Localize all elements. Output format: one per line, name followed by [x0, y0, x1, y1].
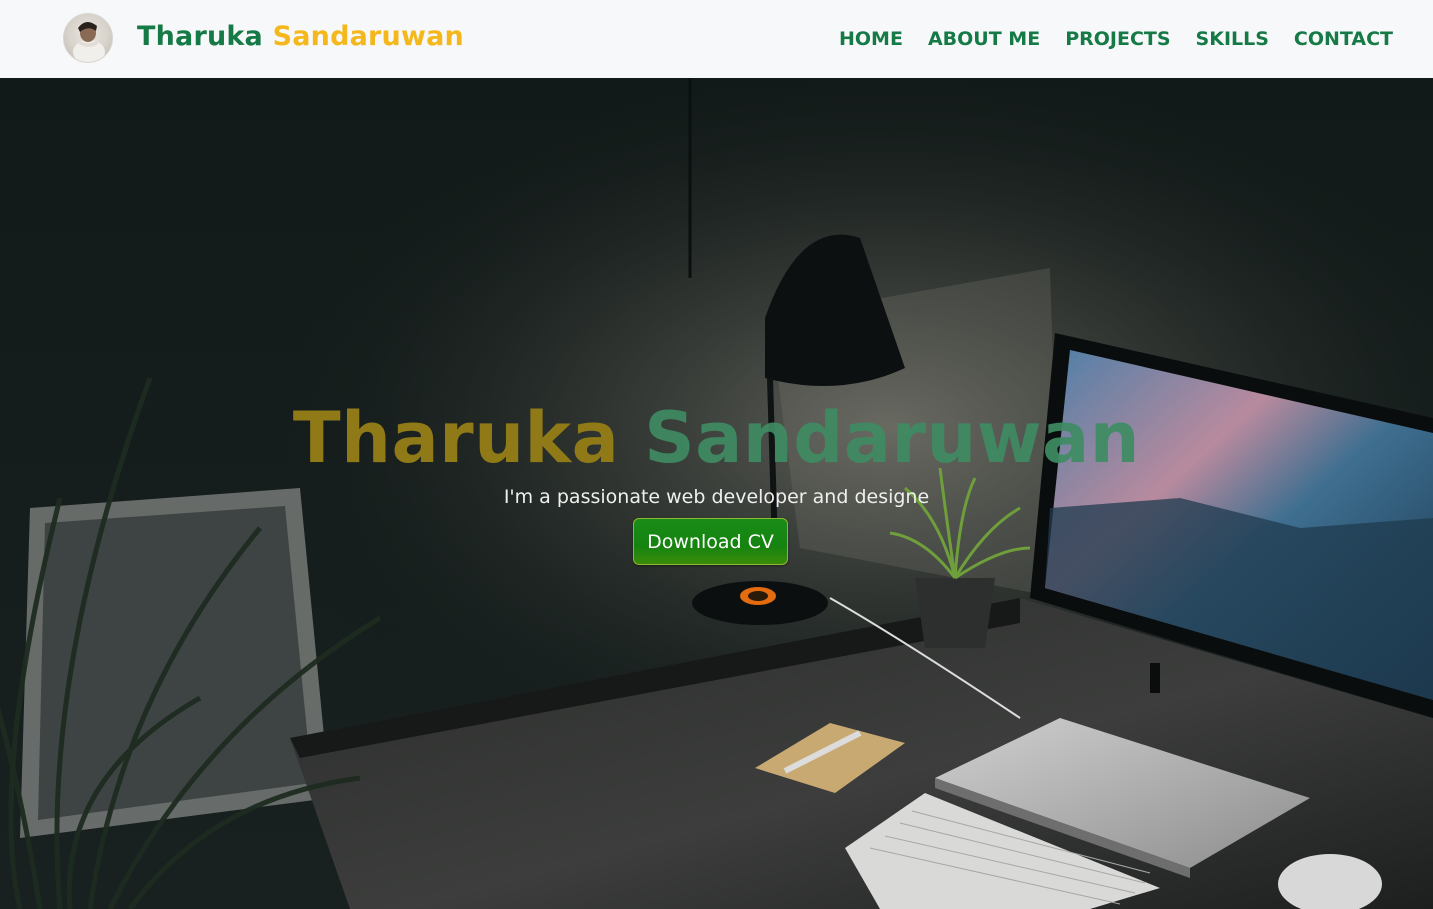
download-cv-button[interactable]: Download CV — [633, 518, 788, 565]
brand[interactable]: Tharuka Sandaruwan — [63, 10, 464, 66]
brand-name: Tharuka Sandaruwan — [137, 23, 464, 50]
navbar: Tharuka Sandaruwan HOME ABOUT ME PROJECT… — [0, 0, 1433, 78]
nav-contact[interactable]: CONTACT — [1294, 27, 1393, 51]
nav-about-me[interactable]: ABOUT ME — [928, 27, 1040, 51]
nav-links: HOME ABOUT ME PROJECTS SKILLS CONTACT — [839, 27, 1393, 51]
hero-subtitle: I'm a passionate web developer and desig… — [503, 486, 930, 508]
brand-first-name: Tharuka — [137, 20, 263, 52]
nav-home[interactable]: HOME — [839, 27, 903, 51]
hero-title: Tharuka Sandaruwan — [0, 403, 1433, 473]
hero-title-last: Sandaruwan — [644, 397, 1141, 479]
nav-projects[interactable]: PROJECTS — [1065, 27, 1170, 51]
brand-last-name: Sandaruwan — [272, 20, 464, 52]
hero-title-first: Tharuka — [292, 397, 620, 479]
avatar — [63, 13, 113, 63]
nav-skills[interactable]: SKILLS — [1196, 27, 1269, 51]
hero-section: Tharuka Sandaruwan I'm a passionate web … — [0, 78, 1433, 909]
